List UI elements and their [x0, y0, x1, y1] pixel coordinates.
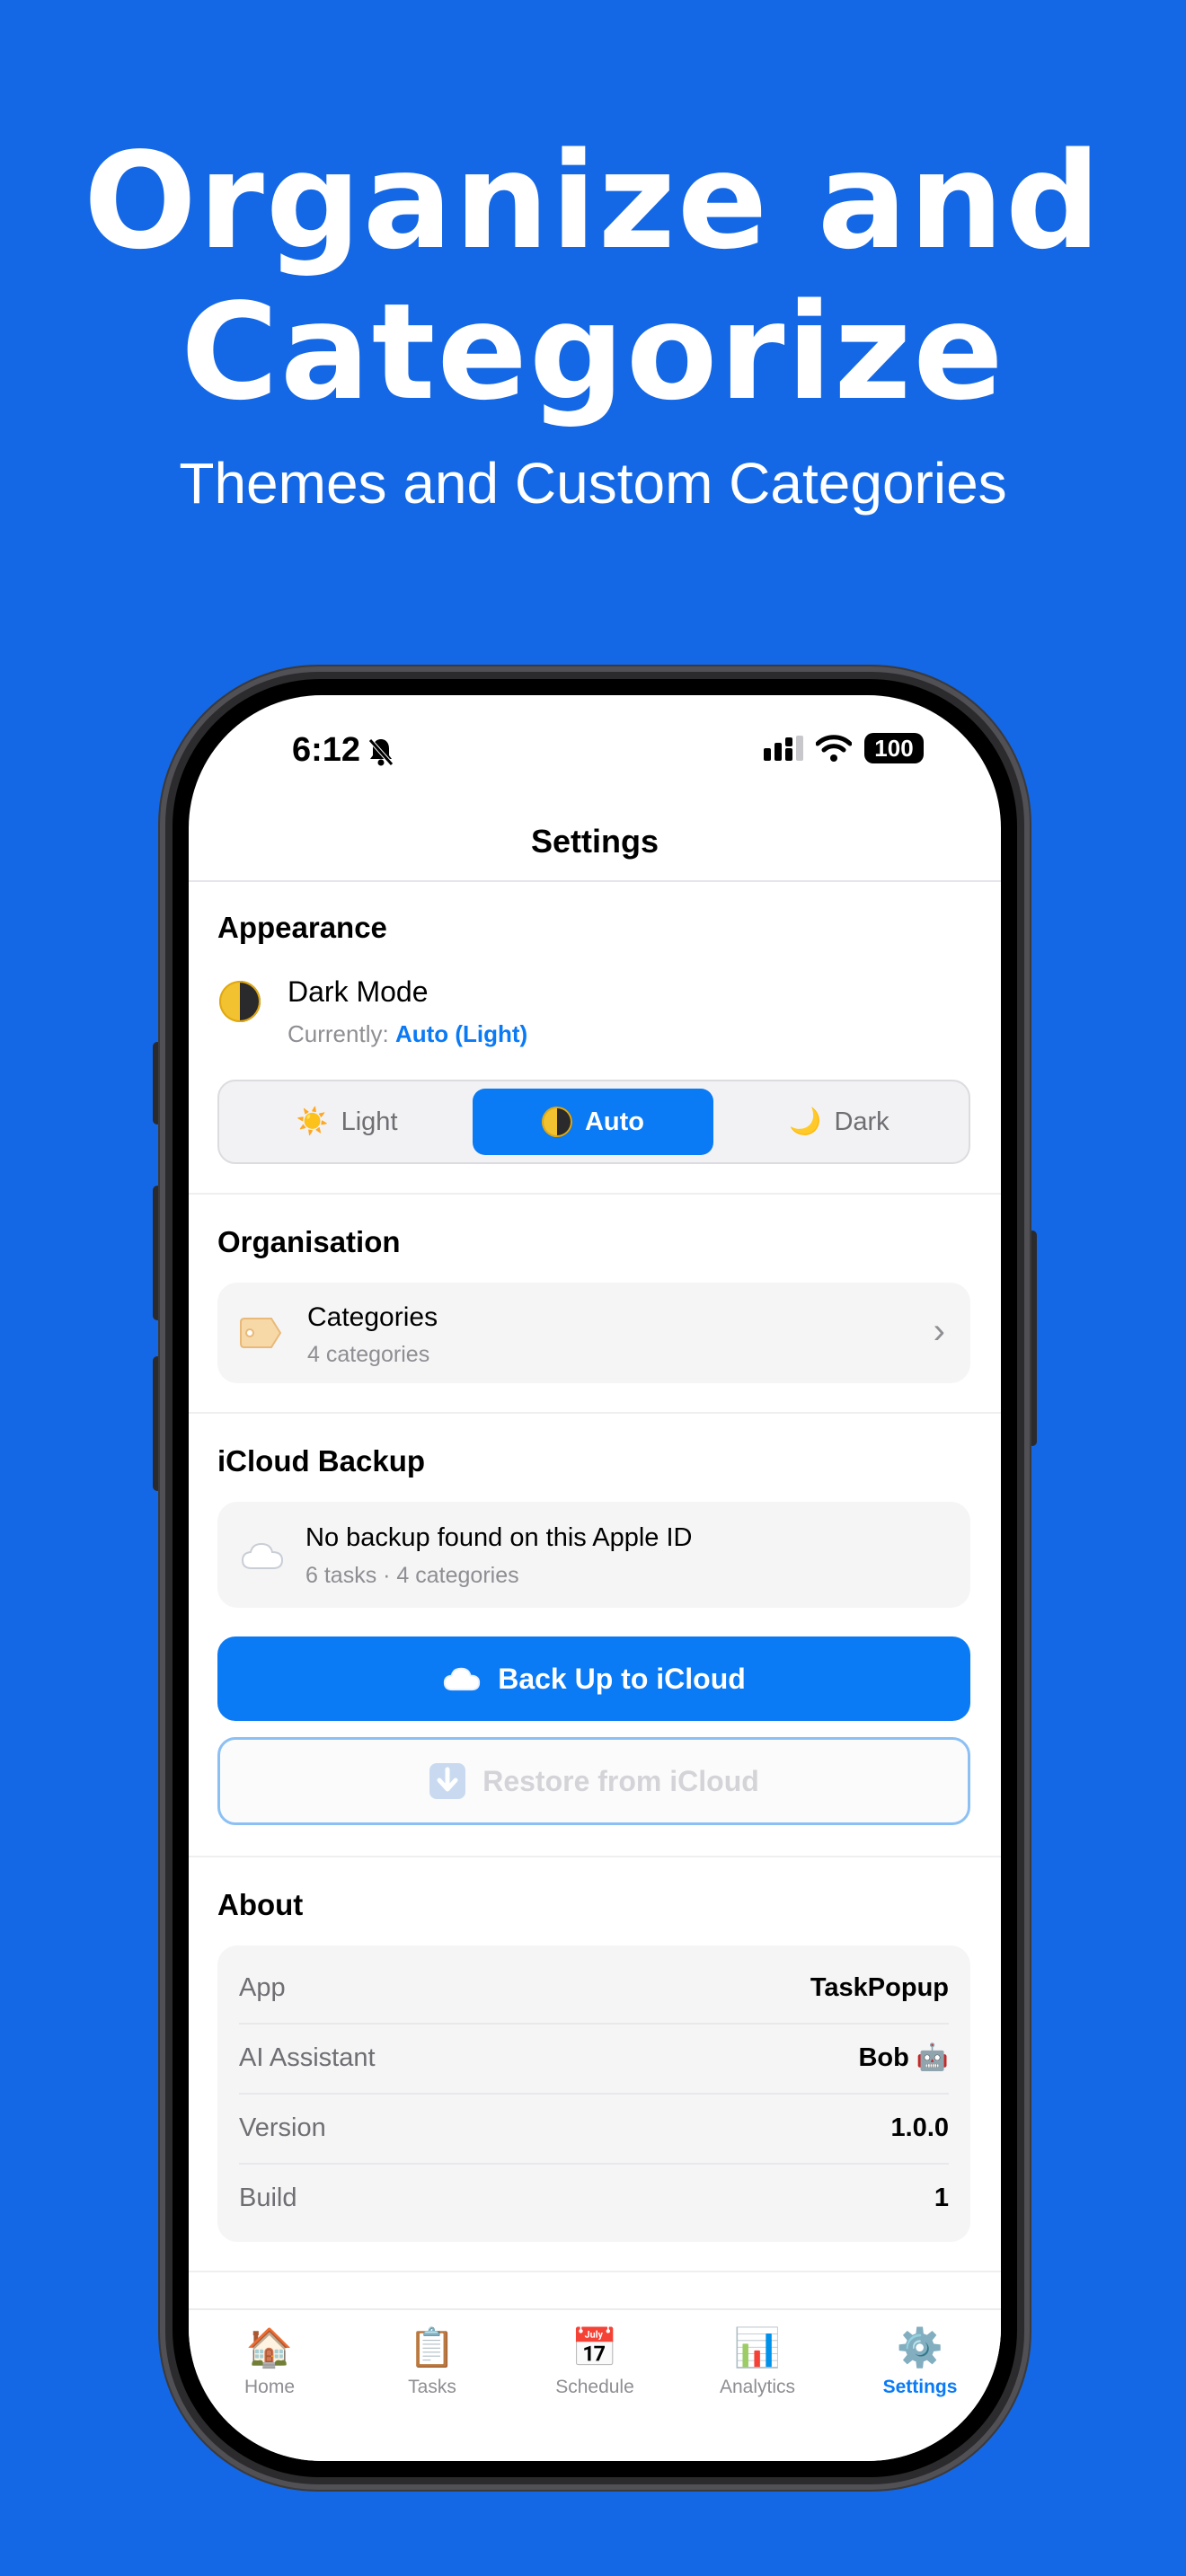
battery-indicator: 100 [864, 733, 924, 763]
tag-icon [240, 1318, 282, 1348]
about-value: 1.0.0 [890, 2113, 950, 2142]
hero-title-line1: Organize and [84, 124, 1102, 278]
current-prefix: Currently: [288, 1020, 389, 1047]
appearance-segmented-control: ☀️ Light Auto 🌙 Dark [217, 1080, 970, 1164]
dark-mode-label: Dark Mode [288, 975, 429, 1008]
chevron-right-icon: › [933, 1311, 945, 1351]
tab-tasks[interactable]: 📋 Tasks [351, 2325, 513, 2398]
status-time: 6:12 [292, 731, 361, 769]
about-value: Bob 🤖 [858, 2043, 949, 2072]
restore-button-label: Restore from iCloud [482, 1764, 759, 1797]
half-moon-icon [541, 1107, 572, 1137]
appearance-option-auto[interactable]: Auto [473, 1089, 713, 1155]
about-row-ai-assistant: AI Assistant Bob 🤖 [239, 2023, 949, 2093]
hero-subtitle: Themes and Custom Categories [179, 451, 1007, 516]
tab-analytics[interactable]: 📊 Analytics [677, 2325, 838, 2398]
about-card: App TaskPopup AI Assistant Bob 🤖 Version… [217, 1945, 970, 2242]
about-value: TaskPopup [810, 1972, 949, 2002]
about-row-version: Version 1.0.0 [239, 2093, 949, 2163]
tab-label: Home [243, 2377, 296, 2397]
categories-label: Categories [307, 1302, 438, 1332]
backup-button-label: Back Up to iCloud [498, 1662, 746, 1695]
about-key: App [239, 1972, 286, 2002]
appearance-section-title: Appearance [217, 911, 387, 944]
wifi-icon [816, 735, 852, 762]
bar-chart-icon: 📊 [733, 2326, 782, 2369]
dark-mode-current: Currently: Auto (Light) [288, 1020, 527, 1048]
phone-screen: 6:12 100 Settings Appearance Dark Mode C… [189, 695, 1001, 2461]
calendar-icon: 📅 [571, 2326, 619, 2369]
about-key: Build [239, 2183, 297, 2212]
option-label-auto: Auto [584, 1107, 645, 1136]
option-label-light: Light [341, 1107, 398, 1136]
sun-icon: ☀️ [296, 1107, 329, 1136]
appearance-option-light[interactable]: ☀️ Light [226, 1089, 467, 1155]
tab-home[interactable]: 🏠 Home [189, 2325, 350, 2398]
about-section-title: About [217, 1888, 304, 1921]
icloud-section-title: iCloud Backup [217, 1444, 426, 1478]
section-divider [189, 1193, 1001, 1195]
tab-label: Settings [882, 2377, 958, 2397]
status-right-cluster: 100 [764, 733, 924, 763]
clipboard-icon: 📋 [408, 2326, 456, 2369]
nav-divider [189, 880, 1001, 882]
tab-label: Analytics [719, 2377, 796, 2397]
tab-bar: 🏠 Home 📋 Tasks 📅 Schedule 📊 Analytics ⚙️… [189, 2308, 1001, 2461]
organisation-section-title: Organisation [217, 1225, 401, 1258]
bell-slash-icon [368, 738, 394, 766]
categories-row[interactable]: Categories 4 categories › [217, 1283, 970, 1383]
tab-label: Schedule [555, 2377, 634, 2397]
appearance-option-dark[interactable]: 🌙 Dark [719, 1089, 960, 1155]
backup-status-title: No backup found on this Apple ID [305, 1523, 693, 1552]
gear-icon: ⚙️ [896, 2326, 944, 2369]
backup-status-detail: 6 tasks · 4 categories [305, 1563, 519, 1588]
restore-button[interactable]: Restore from iCloud [217, 1737, 970, 1825]
page-title: Settings [530, 823, 659, 860]
tab-settings[interactable]: ⚙️ Settings [839, 2325, 1001, 2398]
section-divider [189, 2271, 1001, 2272]
tab-schedule[interactable]: 📅 Schedule [514, 2325, 676, 2398]
backup-status-card: No backup found on this Apple ID 6 tasks… [217, 1502, 970, 1608]
about-value: 1 [934, 2183, 949, 2212]
about-key: Version [239, 2113, 326, 2142]
down-arrow-icon [429, 1763, 466, 1799]
cloud-icon [444, 1667, 481, 1691]
option-label-dark: Dark [834, 1107, 890, 1136]
house-icon: 🏠 [245, 2326, 294, 2369]
section-divider [189, 1856, 1001, 1857]
categories-count: 4 categories [307, 1342, 430, 1367]
hero-title: Organize and Categorize [0, 126, 1186, 428]
cellular-signal-icon [764, 736, 803, 761]
crescent-moon-icon: 🌙 [789, 1107, 822, 1136]
dark-mode-icon [219, 981, 261, 1022]
cloud-icon [241, 1542, 284, 1569]
current-value: Auto (Light) [394, 1020, 528, 1047]
section-divider [189, 1412, 1001, 1414]
about-row-app: App TaskPopup [239, 1953, 949, 2023]
about-row-build: Build 1 [239, 2163, 949, 2233]
tab-label: Tasks [408, 2377, 456, 2397]
hero-title-line2: Categorize [181, 275, 1005, 429]
about-key: AI Assistant [239, 2042, 376, 2072]
backup-button[interactable]: Back Up to iCloud [217, 1636, 970, 1721]
